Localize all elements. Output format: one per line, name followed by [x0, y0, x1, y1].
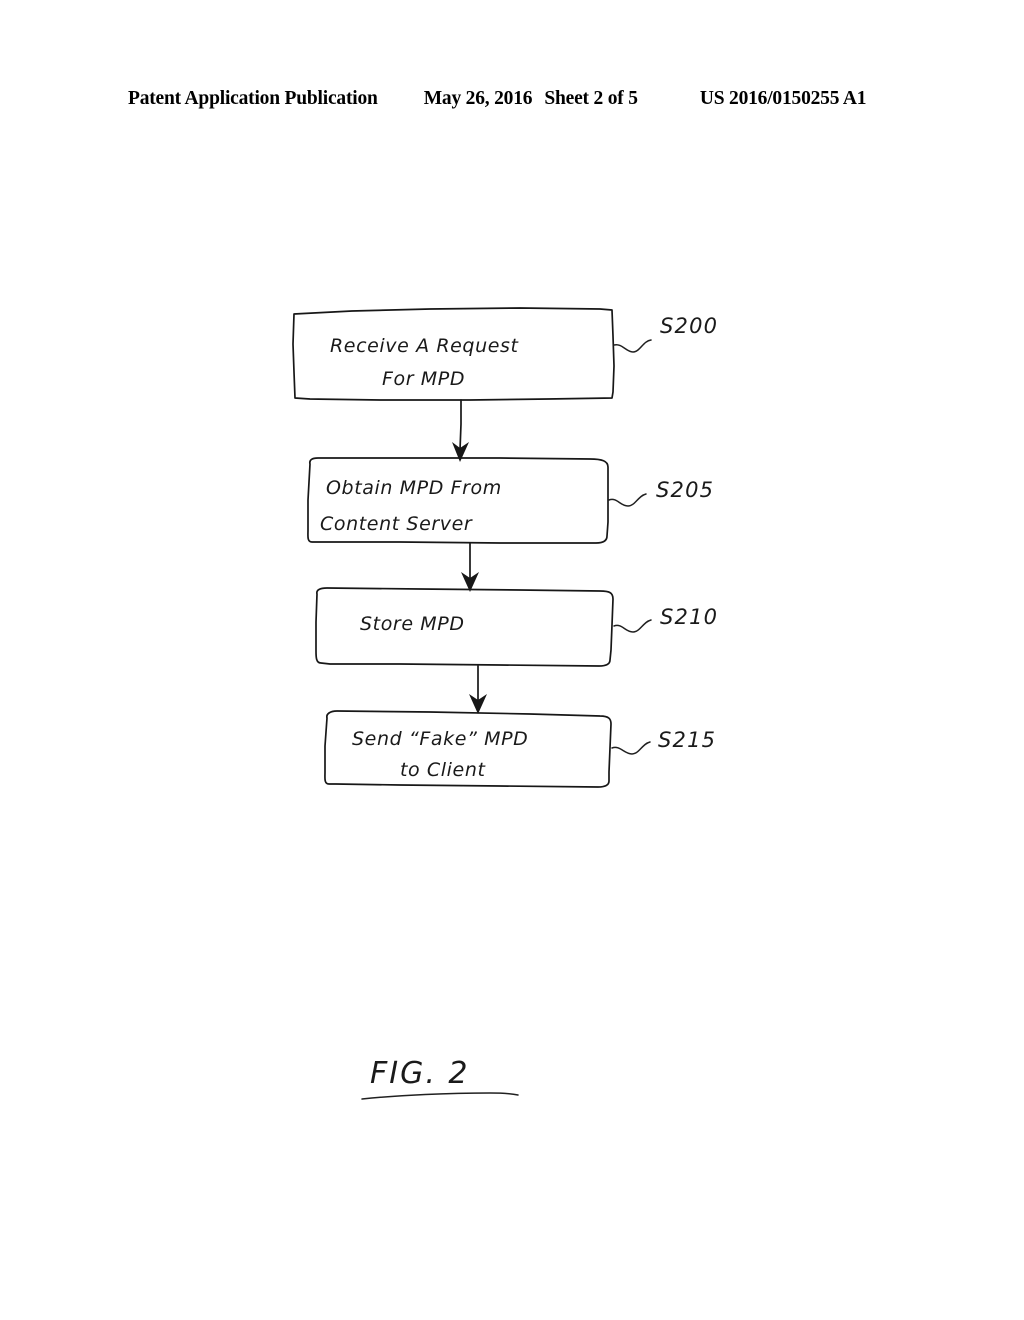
reference-label-s215: S215	[658, 728, 716, 752]
step-text-line1: Obtain MPD From	[326, 477, 502, 499]
figure-caption: FIG. 2	[361, 1056, 519, 1100]
reference-label-s210: S210	[660, 605, 718, 629]
reference-leader-squiggle	[611, 741, 651, 755]
step-text-line1: Receive A Request	[330, 335, 519, 357]
step-text-line2: For MPD	[382, 368, 465, 390]
figure-drawing-area: Receive A Request For MPD S200 Obtain MP…	[0, 0, 1024, 1320]
step-text-line2: Content Server	[320, 513, 473, 535]
connector-arrow-s200-s205	[452, 399, 469, 462]
flowchart-step-s200: Receive A Request For MPD S200	[292, 307, 718, 401]
reference-label-s205: S205	[656, 478, 714, 502]
flowchart-step-s210: Store MPD S210	[315, 587, 718, 667]
reference-leader-squiggle	[613, 339, 652, 353]
connector-arrow-s210-s215	[469, 665, 487, 714]
reference-leader-squiggle	[613, 619, 652, 633]
step-text-line1: Store MPD	[360, 613, 465, 635]
step-text-line1: Send “Fake” MPD	[352, 728, 528, 750]
reference-label-s200: S200	[660, 314, 718, 338]
figure-caption-underline	[361, 1092, 519, 1100]
connector-arrow-s205-s210	[461, 542, 479, 592]
step-text-line2: to Client	[400, 759, 486, 781]
reference-leader-squiggle	[608, 493, 647, 507]
flowchart-step-s205: Obtain MPD From Content Server S205	[307, 457, 714, 544]
figure-caption-text: FIG. 2	[370, 1056, 470, 1091]
flowchart-step-s215: Send “Fake” MPD to Client S215	[324, 710, 716, 788]
